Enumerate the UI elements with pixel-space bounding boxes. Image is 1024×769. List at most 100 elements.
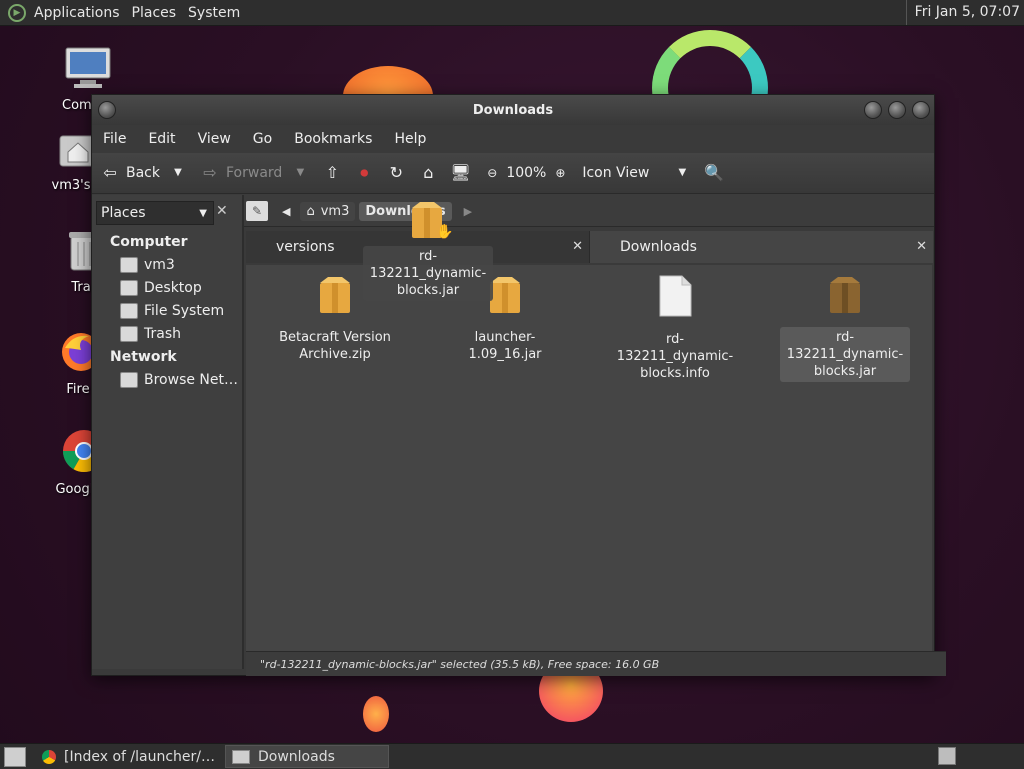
places-combo-label: Places [101,205,146,221]
file-view[interactable]: Betacraft Version Archive.zip launcher-1… [246,265,932,651]
taskbar-item-label: [Index of /launcher/… [64,748,215,765]
file-item[interactable]: rd-132211_dynamic-blocks.info [610,275,740,384]
tab-label: versions [276,239,335,255]
file-name: rd-132211_dynamic-blocks.info [616,332,734,381]
computer-icon [65,47,111,88]
menu-edit[interactable]: Edit [137,131,186,147]
forward-label: Forward [226,165,283,181]
menu-bookmarks[interactable]: Bookmarks [283,131,383,147]
tab-label: Downloads [620,239,697,255]
file-name: Betacraft Version Archive.zip [279,330,391,362]
sidebar-heading-computer: Computer [110,234,188,250]
view-mode-label: Icon View [582,165,650,181]
back-label: Back [126,165,160,181]
status-text: "rd-132211_dynamic-blocks.jar" selected … [260,657,660,671]
sidebar-item-label: Trash [144,326,181,342]
sidebar-item-label: Browse Net… [144,372,239,388]
folder-icon [232,749,250,764]
drag-label: rd-132211_dynamic-blocks.jar [363,246,493,301]
bottom-panel: [Index of /launcher/… Downloads [0,743,1024,769]
computer-icon[interactable]: 🖥 [450,163,470,183]
desktop-folder-icon [120,280,138,296]
sidebar: Places ▼ ✕ Computer vm3 Desktop File Sys… [92,195,244,669]
edit-location-icon[interactable]: ✎ [246,201,268,221]
zoom-control: ⊖ 100% ⊕ [482,163,570,183]
taskbar-item-label: Downloads [258,748,335,765]
menu-file[interactable]: File [92,131,137,147]
home-icon: ⌂ [306,203,315,219]
wallpaper-small-blob [363,696,389,732]
close-tab-icon[interactable]: ✕ [572,239,583,254]
stop-icon[interactable]: ⏺ [354,163,374,183]
zoom-in-icon[interactable]: ⊕ [550,163,570,183]
window-menu-button[interactable] [98,101,116,119]
chevron-down-icon: ▼ [199,207,207,219]
crumb-label: vm3 [320,203,350,219]
up-arrow-icon[interactable]: ⇧ [322,163,342,183]
forward-arrow-icon: ⇨ [203,163,217,182]
sidebar-item-vm3[interactable]: vm3 [120,257,175,273]
file-name: rd-132211_dynamic-blocks.jar [780,327,910,382]
window-titlebar[interactable]: Downloads [92,95,934,125]
sidebar-item-desktop[interactable]: Desktop [120,280,202,296]
archive-icon [320,277,350,313]
clock[interactable]: Fri Jan 5, 07:07 [905,0,1020,25]
menu-view[interactable]: View [187,131,242,147]
show-desktop-icon[interactable] [4,746,26,767]
menu-system[interactable]: System [182,5,246,21]
chevron-down-icon[interactable]: ▼ [290,163,310,183]
menu-go[interactable]: Go [242,131,283,147]
zoom-out-icon[interactable]: ⊖ [482,163,502,183]
sidebar-item-browse-network[interactable]: Browse Net… [120,372,238,388]
home-folder-icon [120,257,138,273]
status-bar: "rd-132211_dynamic-blocks.jar" selected … [246,651,946,676]
zoom-level: 100% [506,165,547,181]
close-button[interactable] [912,101,930,119]
menu-applications[interactable]: Applications [28,5,126,21]
sidebar-item-label: vm3 [144,257,175,273]
mate-logo-icon[interactable]: ▶ [8,3,26,22]
path-back-icon[interactable]: ◀ [282,205,290,218]
sidebar-item-file-system[interactable]: File System [120,303,224,319]
trash-icon [120,326,138,342]
close-tab-icon[interactable]: ✕ [916,239,927,254]
toolbar: ⇦ Back ▼ ⇨ Forward ▼ ⇧ ⏺ ↻ ⌂ 🖥 ⊖ 100% ⊕ … [92,153,934,194]
document-icon [659,275,692,317]
file-item-selected[interactable]: rd-132211_dynamic-blocks.jar [780,275,910,382]
tab-downloads[interactable]: Downloads ✕ [589,231,933,263]
sidebar-item-label: Desktop [144,280,202,296]
reload-icon[interactable]: ↻ [386,163,406,183]
menu-places[interactable]: Places [126,5,183,21]
archive-icon [490,277,520,313]
maximize-button[interactable] [888,101,906,119]
drive-icon [120,303,138,319]
sidebar-item-label: File System [144,303,225,319]
minimize-button[interactable] [864,101,882,119]
sidebar-item-trash[interactable]: Trash [120,326,181,342]
hand-cursor-icon: ✋ [436,224,454,240]
chevron-down-icon[interactable]: ▼ [168,163,188,183]
back-arrow-icon: ⇦ [103,163,117,182]
close-sidebar-icon[interactable]: ✕ [216,203,228,219]
window-title: Downloads [472,102,554,118]
taskbar-item-browser[interactable]: [Index of /launcher/… [36,746,221,767]
menu-help[interactable]: Help [383,131,437,147]
archive-icon [830,277,860,313]
home-icon[interactable]: ⌂ [418,163,438,183]
places-combo[interactable]: Places ▼ [96,201,214,225]
path-forward-icon[interactable]: ▶ [464,205,472,218]
back-button[interactable]: ⇦ Back ▼ [100,163,188,183]
file-manager-window: Downloads File Edit View Go Bookmarks He… [91,94,946,676]
workspace-switcher[interactable] [938,747,956,765]
view-mode-select[interactable]: Icon View ▼ [582,163,692,183]
crumb-vm3[interactable]: ⌂ vm3 [300,201,356,221]
file-name: launcher-1.09_16.jar [468,330,542,362]
taskbar-item-downloads[interactable]: Downloads [225,745,389,768]
network-icon [120,372,138,388]
sidebar-heading-network: Network [110,349,177,365]
search-icon[interactable]: 🔍 [704,163,724,183]
forward-button[interactable]: ⇨ Forward ▼ [200,163,310,183]
chevron-down-icon: ▼ [678,167,687,178]
chrome-icon [42,749,56,764]
top-panel: ▶ Applications Places System Fri Jan 5, … [0,0,1024,26]
